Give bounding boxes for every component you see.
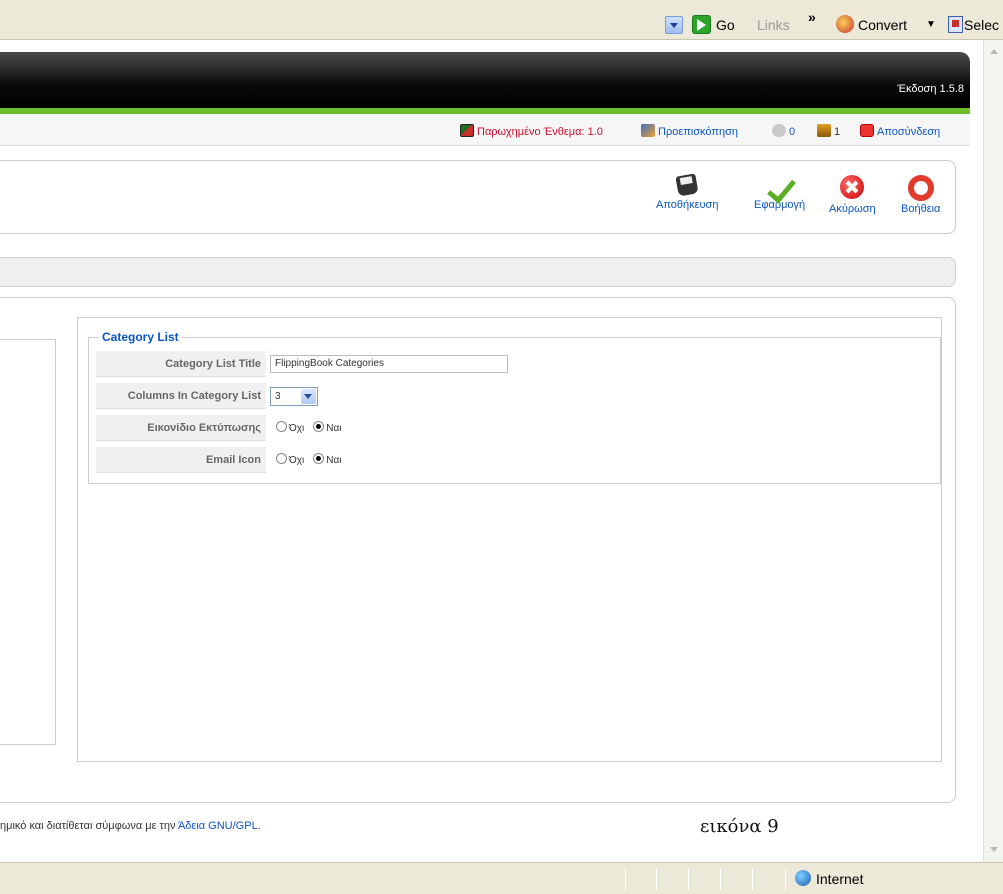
select-pdf-icon[interactable] [948,16,963,33]
submenu-bar [0,257,956,287]
address-dropdown-button[interactable] [665,16,683,34]
admin-status-bar: Παρωχημένο Ένθεμα: 1.0 Προεπισκόπηση 0 1… [0,114,970,146]
scroll-up-icon[interactable] [986,44,1002,60]
email-icon-yes-radio[interactable] [313,453,325,464]
users-count: 1 [834,126,841,138]
convert-button[interactable]: Convert [858,14,907,36]
help-button[interactable]: Βοήθεια [901,175,940,215]
help-lifebuoy-icon [907,175,934,201]
param-label: Εικονίδιο Εκτύπωσης [96,415,266,441]
zone-label: Internet [816,871,864,887]
apply-button[interactable]: Εφαρμογή [754,175,805,211]
status-divider [688,868,689,890]
radio-label-no: Όχι [289,455,305,466]
logout-icon [860,124,874,137]
admin-header: Έκδοση 1.5.8 [0,52,970,108]
param-label: Category List Title [96,351,266,377]
print-icon-no-radio[interactable] [276,421,287,432]
users-link[interactable]: 1 [817,124,840,138]
checked-out-label: Παρωχημένο Ένθεμα: 1.0 [477,126,603,138]
save-button[interactable]: Αποθήκευση [656,173,719,211]
gpl-license-link[interactable]: Άδεια GNU/GPL [178,820,258,832]
users-icon [817,124,831,137]
status-divider [656,868,657,890]
param-label: Email Icon [96,447,266,473]
email-icon-no-radio[interactable] [276,453,287,464]
cancel-icon [840,175,865,199]
preview-label: Προεπισκόπηση [658,126,738,138]
convert-dropdown-icon[interactable]: ▼ [926,14,936,36]
status-divider [720,868,721,890]
logout-link[interactable]: Αποσύνδεση [860,124,940,138]
chevron-down-icon[interactable] [301,389,316,404]
ie-toolbar: Go Links » Convert ▼ Selec [0,0,1003,40]
links-label[interactable]: Links [757,14,790,36]
save-icon [675,173,699,197]
preview-link[interactable]: Προεπισκόπηση [641,124,738,138]
save-label: Αποθήκευση [656,199,719,211]
browser-status-bar: Internet [0,862,1003,894]
go-button[interactable]: Go [716,14,735,36]
param-label: Columns In Category List [96,383,266,409]
messages-count: 0 [789,126,796,138]
figure-caption: εικόνα 9 [700,816,779,837]
checked-out-link[interactable]: Παρωχημένο Ένθεμα: 1.0 [460,124,603,138]
cancel-button[interactable]: Ακύρωση [829,175,876,215]
globe-icon [795,870,811,886]
footer-text: ημικό και διατίθεται σύμφωνα με την [0,820,178,832]
go-arrow-icon[interactable] [692,15,711,34]
help-label: Βοήθεια [901,203,941,215]
version-label: Έκδοση 1.5.8 [897,83,964,95]
messages-icon [772,124,786,137]
footer-license: ημικό και διατίθεται σύμφωνα με την Άδει… [0,820,261,832]
messages-link[interactable]: 0 [772,124,795,138]
logout-label: Αποσύνδεση [877,126,941,138]
toolbar-chevron[interactable]: » [808,6,816,28]
convert-icon[interactable] [836,15,854,33]
extension-icon [460,124,474,137]
status-divider [752,868,753,890]
checkmark-icon [764,175,796,201]
category-list-legend: Category List [102,330,179,344]
scroll-down-icon[interactable] [986,842,1002,858]
radio-label-no: Όχι [289,423,305,434]
radio-label-yes: Ναι [326,455,342,466]
vertical-scrollbar[interactable] [983,40,1003,862]
status-divider [785,868,786,890]
status-divider [625,868,626,890]
print-icon-yes-radio[interactable] [313,421,325,432]
columns-select[interactable]: 3 [270,387,318,406]
category-list-title-input[interactable]: FlippingBook Categories [270,355,508,373]
security-zone: Internet [795,870,863,887]
left-panel [0,339,56,745]
columns-select-value: 3 [275,391,281,402]
cancel-label: Ακύρωση [829,203,876,215]
preview-icon [641,124,655,137]
select-button[interactable]: Selec [964,14,999,36]
radio-label-yes: Ναι [326,423,342,434]
footer-suffix: . [257,820,261,832]
toolbar-box: Αποθήκευση Εφαρμογή Ακύρωση Βοήθεια [0,160,956,234]
